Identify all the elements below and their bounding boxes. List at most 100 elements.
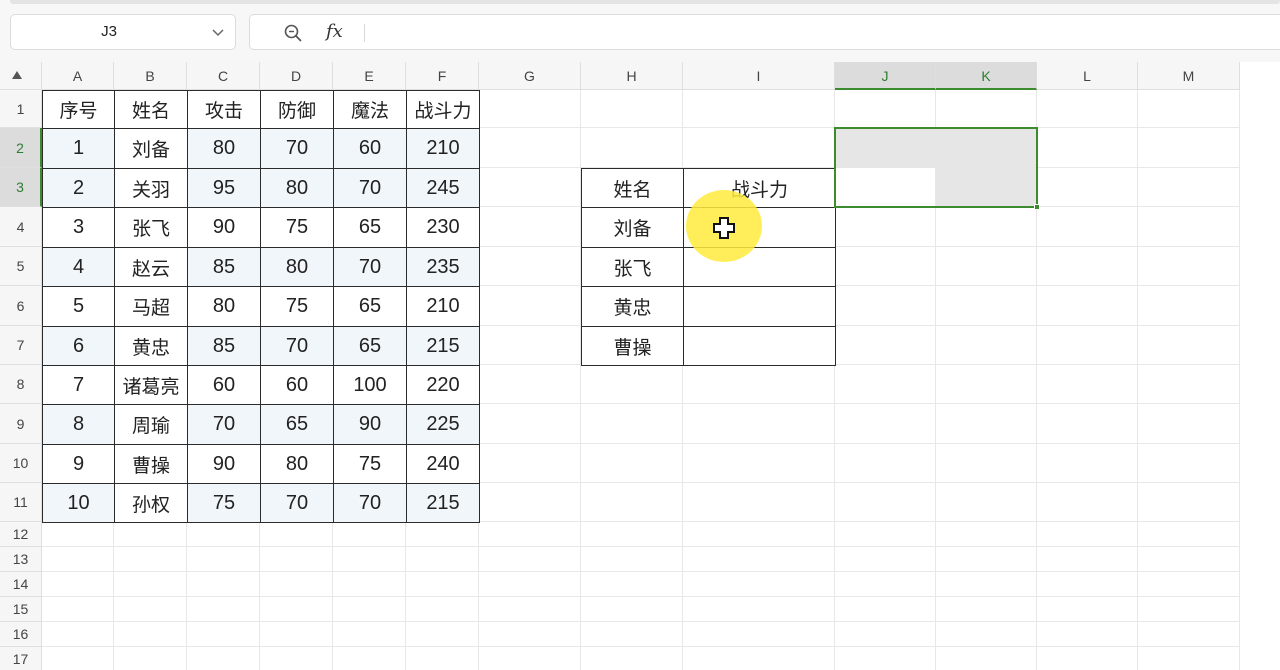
cell[interactable]	[835, 522, 936, 547]
table-cell[interactable]: 245	[406, 168, 480, 208]
cell[interactable]	[406, 597, 479, 622]
cell[interactable]	[114, 647, 187, 670]
cell[interactable]	[114, 547, 187, 572]
cell[interactable]	[835, 404, 936, 444]
cell[interactable]	[1138, 597, 1240, 622]
table-cell[interactable]: 85	[187, 326, 261, 366]
table-cell[interactable]: 65	[333, 326, 407, 366]
cell[interactable]	[581, 647, 683, 670]
row-header-14[interactable]: 14	[0, 572, 42, 597]
cell[interactable]	[114, 522, 187, 547]
cell[interactable]	[683, 365, 835, 404]
row-header-16[interactable]: 16	[0, 622, 42, 647]
table-cell[interactable]: 80	[187, 286, 261, 327]
cell[interactable]	[1037, 326, 1138, 365]
table-cell[interactable]: 80	[260, 168, 334, 208]
cell[interactable]	[835, 207, 936, 247]
name-box[interactable]: J3	[10, 14, 236, 50]
table-cell[interactable]: 诸葛亮	[114, 365, 188, 405]
table-cell[interactable]: 赵云	[114, 247, 188, 287]
cell[interactable]	[936, 597, 1037, 622]
lookup-cell[interactable]: 曹操	[581, 326, 684, 366]
row-header-11[interactable]: 11	[0, 483, 42, 522]
column-header-h[interactable]: H	[581, 62, 683, 90]
cell[interactable]	[835, 444, 936, 483]
table-cell[interactable]: 4	[42, 247, 115, 287]
cell[interactable]	[683, 404, 835, 444]
cell[interactable]	[406, 522, 479, 547]
table-cell[interactable]: 80	[260, 444, 334, 484]
table-cell[interactable]: 2	[42, 168, 115, 208]
cell[interactable]	[114, 622, 187, 647]
table-cell[interactable]: 7	[42, 365, 115, 405]
cell[interactable]	[406, 572, 479, 597]
cell[interactable]	[406, 547, 479, 572]
cell[interactable]	[1138, 286, 1240, 326]
cell[interactable]	[835, 597, 936, 622]
cell[interactable]	[260, 572, 333, 597]
cell[interactable]	[333, 547, 406, 572]
table-cell[interactable]: 70	[260, 483, 334, 523]
table-cell[interactable]: 刘备	[114, 128, 188, 169]
cell[interactable]	[581, 128, 683, 168]
lookup-cell[interactable]: 黄忠	[581, 286, 684, 327]
table-cell[interactable]: 75	[260, 286, 334, 327]
cell[interactable]	[581, 365, 683, 404]
zoom-icon[interactable]	[283, 23, 303, 43]
table-header-cell[interactable]: 攻击	[187, 90, 261, 129]
cell[interactable]	[936, 247, 1037, 286]
table-cell[interactable]: 90	[187, 207, 261, 248]
lookup-cell[interactable]: 张飞	[581, 247, 684, 287]
cell[interactable]	[683, 483, 835, 522]
table-cell[interactable]: 235	[406, 247, 480, 287]
cell[interactable]	[683, 647, 835, 670]
column-header-c[interactable]: C	[187, 62, 260, 90]
cell[interactable]	[479, 404, 581, 444]
row-header-7[interactable]: 7	[0, 326, 42, 365]
table-cell[interactable]: 75	[333, 444, 407, 484]
cell[interactable]	[1037, 207, 1138, 247]
cell[interactable]	[936, 286, 1037, 326]
cell[interactable]	[479, 597, 581, 622]
table-cell[interactable]: 65	[333, 286, 407, 327]
cell[interactable]	[1138, 326, 1240, 365]
cell[interactable]	[835, 247, 936, 286]
cell[interactable]	[1138, 483, 1240, 522]
cell[interactable]	[479, 286, 581, 326]
column-header-d[interactable]: D	[260, 62, 333, 90]
table-cell[interactable]: 80	[187, 128, 261, 169]
cell[interactable]	[333, 572, 406, 597]
table-cell[interactable]: 马超	[114, 286, 188, 327]
table-cell[interactable]: 70	[333, 168, 407, 208]
cell[interactable]	[1138, 365, 1240, 404]
cell[interactable]	[683, 90, 835, 128]
cell[interactable]	[936, 522, 1037, 547]
column-header-b[interactable]: B	[114, 62, 187, 90]
cell[interactable]	[835, 483, 936, 522]
cell[interactable]	[835, 572, 936, 597]
cell[interactable]	[1037, 128, 1138, 168]
cell[interactable]	[187, 647, 260, 670]
cell[interactable]	[479, 90, 581, 128]
cell[interactable]	[479, 168, 581, 207]
cell[interactable]	[936, 647, 1037, 670]
cell[interactable]	[333, 522, 406, 547]
cell[interactable]	[1138, 168, 1240, 207]
formula-input[interactable]	[376, 15, 1280, 49]
row-header-5[interactable]: 5	[0, 247, 42, 286]
table-cell[interactable]: 70	[333, 483, 407, 523]
cell[interactable]	[581, 547, 683, 572]
row-header-1[interactable]: 1	[0, 90, 42, 128]
table-cell[interactable]: 70	[260, 128, 334, 169]
cell[interactable]	[42, 572, 114, 597]
column-header-a[interactable]: A	[42, 62, 114, 90]
cell[interactable]	[1037, 647, 1138, 670]
row-header-13[interactable]: 13	[0, 547, 42, 572]
table-cell[interactable]: 100	[333, 365, 407, 405]
cell[interactable]	[835, 286, 936, 326]
cell[interactable]	[260, 597, 333, 622]
table-cell[interactable]: 6	[42, 326, 115, 366]
table-cell[interactable]: 周瑜	[114, 404, 188, 445]
table-cell[interactable]: 孙权	[114, 483, 188, 523]
cell[interactable]	[1138, 647, 1240, 670]
